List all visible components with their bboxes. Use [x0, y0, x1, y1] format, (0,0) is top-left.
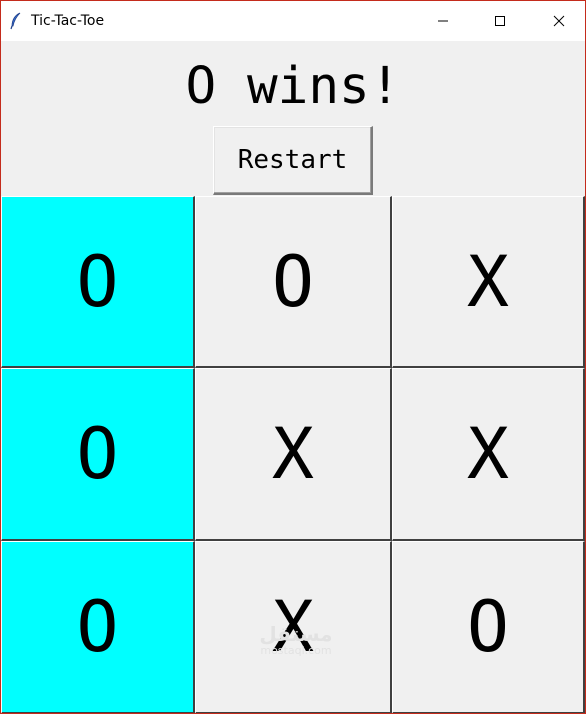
watermark-logo: مستقل — [259, 622, 333, 646]
watermark: مستقل mostaql.com — [259, 623, 333, 659]
watermark-domain: mostaql.com — [260, 644, 332, 657]
board-cell-1-2[interactable]: X — [392, 368, 585, 541]
app-window: Tic-Tac-Toe O wins! Restart O O X O X X … — [0, 0, 586, 714]
board-cell-0-0[interactable]: O — [1, 196, 195, 368]
board-cell-0-1[interactable]: O — [195, 196, 392, 368]
game-area: O wins! Restart O O X O X X O X O — [1, 41, 585, 713]
title-bar[interactable]: Tic-Tac-Toe — [1, 1, 585, 41]
board-cell-0-2[interactable]: X — [392, 196, 585, 368]
maximize-button[interactable] — [477, 1, 523, 41]
feather-icon — [9, 12, 23, 30]
board-cell-1-1[interactable]: X — [195, 368, 392, 541]
maximize-icon — [494, 12, 506, 31]
window-title: Tic-Tac-Toe — [31, 13, 105, 29]
restart-button[interactable]: Restart — [213, 126, 373, 195]
board-cell-1-0[interactable]: O — [1, 368, 195, 541]
board-cell-2-2[interactable]: O — [392, 541, 585, 713]
minimize-button[interactable] — [420, 1, 466, 41]
close-icon — [553, 12, 565, 31]
game-status: O wins! — [185, 57, 401, 116]
board-cell-2-0[interactable]: O — [1, 541, 195, 713]
minimize-icon — [437, 12, 449, 31]
close-button[interactable] — [536, 1, 582, 41]
